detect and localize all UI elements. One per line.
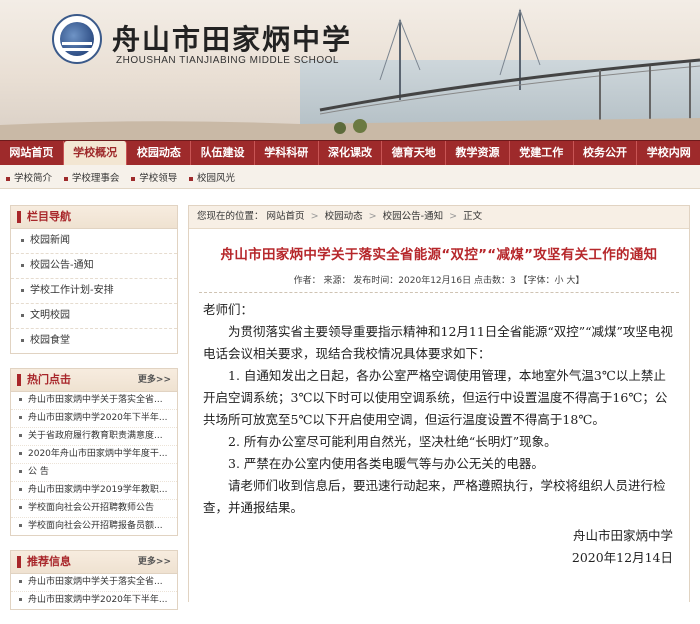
nav-item-resources[interactable]: 教学资源 — [446, 141, 510, 165]
subnav-item[interactable]: 学校理事会 — [63, 167, 119, 191]
nav-item-intranet[interactable]: 学校内网 — [637, 141, 700, 165]
column-nav-title: 栏目导航 — [27, 210, 71, 223]
list-item[interactable]: 舟山市田家炳中学2020年下半年... — [11, 410, 177, 428]
subnav-item[interactable]: 学校简介 — [6, 167, 52, 191]
column-nav-header: 栏目导航 — [11, 206, 177, 229]
breadcrumb-item[interactable]: 校园公告-通知 — [383, 211, 443, 222]
hot-clicks-box: 热门点击 更多>> 舟山市田家炳中学关于落实全省... 舟山市田家炳中学2020… — [10, 368, 178, 536]
nav-item-campus-news[interactable]: 校园动态 — [127, 141, 192, 165]
list-item[interactable]: 公 告 — [11, 464, 177, 482]
column-nav-item[interactable]: 学校工作计划-安排 — [11, 279, 177, 304]
column-nav-item[interactable]: 文明校园 — [11, 304, 177, 329]
school-name-cn: 舟山市田家炳中学 — [112, 23, 353, 56]
nav-item-research[interactable]: 学科科研 — [255, 141, 319, 165]
recommend-title: 推荐信息 — [27, 555, 71, 568]
list-item[interactable]: 2020年舟山市田家炳中学年度干... — [11, 446, 177, 464]
hot-clicks-title: 热门点击 — [27, 373, 71, 386]
article-title: 舟山市田家炳中学关于落实全省能源“双控”“减煤”攻坚有关工作的通知 — [220, 247, 658, 263]
recommend-more-link[interactable]: 更多>> — [138, 551, 171, 573]
nav-item-affairs[interactable]: 校务公开 — [574, 141, 638, 165]
breadcrumb-label: 您现在的位置： — [197, 211, 264, 222]
list-item[interactable]: 学校面向社会公开招聘教师公告 — [11, 500, 177, 518]
breadcrumb: 您现在的位置： 网站首页 > 校园动态 > 校园公告-通知 > 正文 — [189, 206, 689, 229]
column-nav-item[interactable]: 校园新闻 — [11, 229, 177, 254]
school-logo-icon — [52, 14, 102, 64]
recommend-header: 推荐信息 更多>> — [11, 551, 177, 574]
breadcrumb-item[interactable]: 网站首页 — [267, 211, 305, 222]
breadcrumb-item[interactable]: 校园动态 — [325, 211, 363, 222]
column-nav-box: 栏目导航 校园新闻 校园公告-通知 学校工作计划-安排 文明校园 校园食堂 — [10, 205, 178, 354]
column-nav-item[interactable]: 校园食堂 — [11, 329, 177, 353]
subnav-item[interactable]: 学校领导 — [131, 167, 177, 191]
school-name-en: ZHOUSHAN TIANJIABING MIDDLE SCHOOL — [116, 55, 339, 66]
article-panel: 您现在的位置： 网站首页 > 校园动态 > 校园公告-通知 > 正文 舟山市田家… — [188, 205, 690, 602]
sidebar: 栏目导航 校园新闻 校园公告-通知 学校工作计划-安排 文明校园 校园食堂 热门… — [10, 205, 178, 624]
salutation: 老师们： — [203, 302, 254, 317]
list-item[interactable]: 关于省政府履行教育职责满意度... — [11, 428, 177, 446]
paragraph: 1. 自通知发出之日起，各办公室严格空调使用管理，本地室外气温3℃以上禁止开启空… — [203, 368, 668, 427]
nav-item-moral[interactable]: 德育天地 — [382, 141, 447, 165]
signature: 舟山市田家炳中学 — [572, 528, 673, 543]
article-meta: 作者： 来源： 发布时间：2020年12月16日 点击数：3 【字体：小 大】 — [293, 276, 585, 286]
nav-item-team[interactable]: 队伍建设 — [191, 141, 255, 165]
breadcrumb-item: 正文 — [463, 211, 483, 222]
date: 2020年12月14日 — [571, 550, 673, 565]
list-item[interactable]: 舟山市田家炳中学2019学年教职... — [11, 482, 177, 500]
subnav-item[interactable]: 校园风光 — [189, 167, 235, 191]
list-item[interactable]: 舟山市田家炳中学关于落实全省... — [11, 392, 177, 410]
list-item[interactable]: 舟山市田家炳中学2020年下半年... — [11, 592, 177, 609]
paragraph: 为贯彻落实省主要领导重要指示精神和12月11日全省能源“双控”“减煤”攻坚电视电… — [203, 324, 673, 361]
main-nav: 网站首页 学校概况 校园动态 队伍建设 学科科研 深化课改 德育天地 教学资源 … — [0, 140, 700, 165]
article-body: 老师们： 为贯彻落实省主要领导重要指示精神和12月11日全省能源“双控”“减煤”… — [189, 293, 689, 569]
nav-item-party[interactable]: 党建工作 — [510, 141, 574, 165]
nav-item-overview[interactable]: 学校概况 — [63, 141, 128, 165]
nav-item-home[interactable]: 网站首页 — [0, 141, 64, 165]
nav-item-reform[interactable]: 深化课改 — [319, 141, 383, 165]
header-banner: 舟山市田家炳中学 ZHOUSHAN TIANJIABING MIDDLE SCH… — [0, 0, 700, 140]
column-nav-item[interactable]: 校园公告-通知 — [11, 254, 177, 279]
paragraph: 请老师们收到信息后，要迅速行动起来，严格遵照执行，学校将组织人员进行检查，并通报… — [203, 478, 666, 515]
list-item[interactable]: 学校面向社会公开招聘报备员额... — [11, 518, 177, 535]
hot-more-link[interactable]: 更多>> — [138, 369, 171, 391]
sub-nav: 学校简介 学校理事会 学校领导 校园风光 — [0, 165, 700, 189]
recommend-box: 推荐信息 更多>> 舟山市田家炳中学关于落实全省... 舟山市田家炳中学2020… — [10, 550, 178, 610]
list-item[interactable]: 舟山市田家炳中学关于落实全省... — [11, 574, 177, 592]
paragraph: 3. 严禁在办公室内使用各类电暖气等与办公无关的电器。 — [228, 456, 544, 471]
hot-clicks-header: 热门点击 更多>> — [11, 369, 177, 392]
paragraph: 2. 所有办公室尽可能利用自然光，坚决杜绝“长明灯”现象。 — [228, 434, 557, 449]
